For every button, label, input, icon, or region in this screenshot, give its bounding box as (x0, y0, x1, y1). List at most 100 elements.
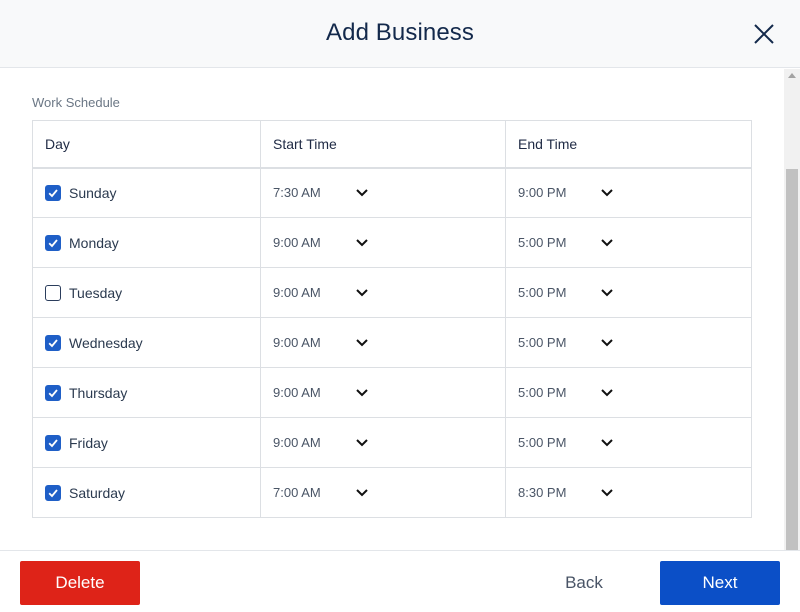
start-time-select[interactable]: 9:00 AM (273, 235, 369, 250)
table-row: Sunday 7:30 AM 9:00 PM (32, 167, 752, 218)
end-time-cell: 5:00 PM (505, 417, 752, 468)
chevron-down-icon (356, 488, 368, 496)
start-time-select[interactable]: 9:00 AM (273, 435, 369, 450)
chevron-down-icon (356, 388, 368, 396)
dialog-footer: Delete Back Next (0, 550, 800, 612)
day-cell: Saturday (32, 467, 261, 518)
dialog-title: Add Business (326, 19, 474, 46)
start-time-value: 7:30 AM (273, 185, 321, 201)
day-checkbox[interactable] (45, 334, 61, 351)
back-button[interactable]: Back (544, 561, 624, 605)
column-header-end-time: End Time (505, 120, 752, 168)
end-time-cell: 5:00 PM (505, 317, 752, 368)
end-time-select[interactable]: 5:00 PM (518, 285, 614, 300)
day-checkbox[interactable] (45, 384, 61, 401)
dialog-body: Work Schedule Day Start Time End Time Su… (0, 69, 800, 550)
table-header-row: Day Start Time End Time (32, 120, 752, 168)
day-cell: Tuesday (32, 267, 261, 318)
scrollbar-up-arrow-icon[interactable] (788, 73, 796, 78)
end-time-select[interactable]: 5:00 PM (518, 385, 614, 400)
end-time-value: 9:00 PM (518, 185, 567, 201)
start-time-value: 9:00 AM (273, 285, 321, 300)
next-button[interactable]: Next (660, 561, 780, 605)
day-label: Sunday (69, 184, 117, 201)
end-time-select[interactable]: 9:00 PM (518, 185, 614, 200)
column-header-start-time: Start Time (260, 120, 506, 168)
day-cell: Thursday (32, 367, 261, 418)
checkmark-icon (48, 388, 58, 397)
chevron-down-icon (356, 189, 368, 197)
scrollbar-thumb[interactable] (786, 169, 798, 550)
day-checkbox[interactable] (45, 234, 61, 251)
work-schedule-table: Day Start Time End Time Sunday 7:30 AM 9:0… (32, 120, 752, 518)
start-time-cell: 9:00 AM (260, 217, 506, 268)
end-time-select[interactable]: 8:30 PM (518, 485, 614, 500)
end-time-value: 5:00 PM (518, 335, 567, 350)
day-label: Saturday (69, 484, 126, 501)
end-time-select[interactable]: 5:00 PM (518, 335, 614, 350)
start-time-value: 7:00 AM (273, 485, 321, 500)
end-time-select[interactable]: 5:00 PM (518, 435, 614, 450)
start-time-cell: 9:00 AM (260, 417, 506, 468)
chevron-down-icon (356, 338, 368, 346)
chevron-down-icon (601, 238, 613, 246)
end-time-value: 5:00 PM (518, 385, 567, 400)
table-row: Wednesday 9:00 AM 5:00 PM (32, 317, 752, 368)
end-time-cell: 9:00 PM (505, 167, 752, 218)
day-cell: Wednesday (32, 317, 261, 368)
start-time-cell: 9:00 AM (260, 267, 506, 318)
end-time-value: 5:00 PM (518, 285, 567, 300)
day-label: Wednesday (69, 334, 143, 351)
day-checkbox[interactable] (45, 434, 61, 451)
chevron-down-icon (356, 438, 368, 446)
table-row: Thursday 9:00 AM 5:00 PM (32, 367, 752, 418)
column-header-day: Day (32, 120, 261, 168)
chevron-down-icon (601, 388, 613, 396)
start-time-select[interactable]: 7:00 AM (273, 485, 369, 500)
start-time-select[interactable]: 7:30 AM (273, 185, 369, 200)
close-icon[interactable] (750, 20, 778, 48)
start-time-select[interactable]: 9:00 AM (273, 335, 369, 350)
end-time-value: 8:30 PM (518, 485, 567, 500)
start-time-select[interactable]: 9:00 AM (273, 385, 369, 400)
day-label: Friday (69, 434, 108, 451)
dialog-header: Add Business (0, 0, 800, 68)
checkmark-icon (48, 438, 58, 447)
start-time-cell: 9:00 AM (260, 317, 506, 368)
day-cell: Sunday (32, 167, 261, 218)
start-time-value: 9:00 AM (273, 435, 321, 450)
table-row: Tuesday 9:00 AM 5:00 PM (32, 267, 752, 318)
table-row: Saturday 7:00 AM 8:30 PM (32, 467, 752, 518)
end-time-select[interactable]: 5:00 PM (518, 235, 614, 250)
start-time-select[interactable]: 9:00 AM (273, 285, 369, 300)
day-checkbox[interactable] (45, 184, 61, 201)
day-label: Thursday (69, 384, 128, 401)
work-schedule-label: Work Schedule (32, 95, 120, 110)
end-time-value: 5:00 PM (518, 235, 567, 250)
checkmark-icon (48, 238, 58, 247)
checkmark-icon (48, 338, 58, 347)
chevron-down-icon (601, 338, 613, 346)
start-time-cell: 7:30 AM (260, 167, 506, 218)
start-time-cell: 9:00 AM (260, 367, 506, 418)
start-time-value: 9:00 AM (273, 335, 321, 350)
checkmark-icon (48, 488, 58, 497)
chevron-down-icon (601, 488, 613, 496)
chevron-down-icon (601, 438, 613, 446)
end-time-cell: 5:00 PM (505, 367, 752, 418)
start-time-value: 9:00 AM (273, 235, 321, 250)
day-checkbox[interactable] (45, 484, 61, 501)
day-cell: Monday (32, 217, 261, 268)
delete-button[interactable]: Delete (20, 561, 140, 605)
chevron-down-icon (356, 288, 368, 296)
end-time-cell: 8:30 PM (505, 467, 752, 518)
end-time-cell: 5:00 PM (505, 217, 752, 268)
chevron-down-icon (356, 238, 368, 246)
checkmark-icon (48, 189, 58, 198)
end-time-value: 5:00 PM (518, 435, 567, 450)
day-checkbox[interactable] (45, 284, 61, 301)
start-time-value: 9:00 AM (273, 385, 321, 400)
day-label: Monday (69, 234, 119, 251)
chevron-down-icon (601, 189, 613, 197)
chevron-down-icon (601, 288, 613, 296)
